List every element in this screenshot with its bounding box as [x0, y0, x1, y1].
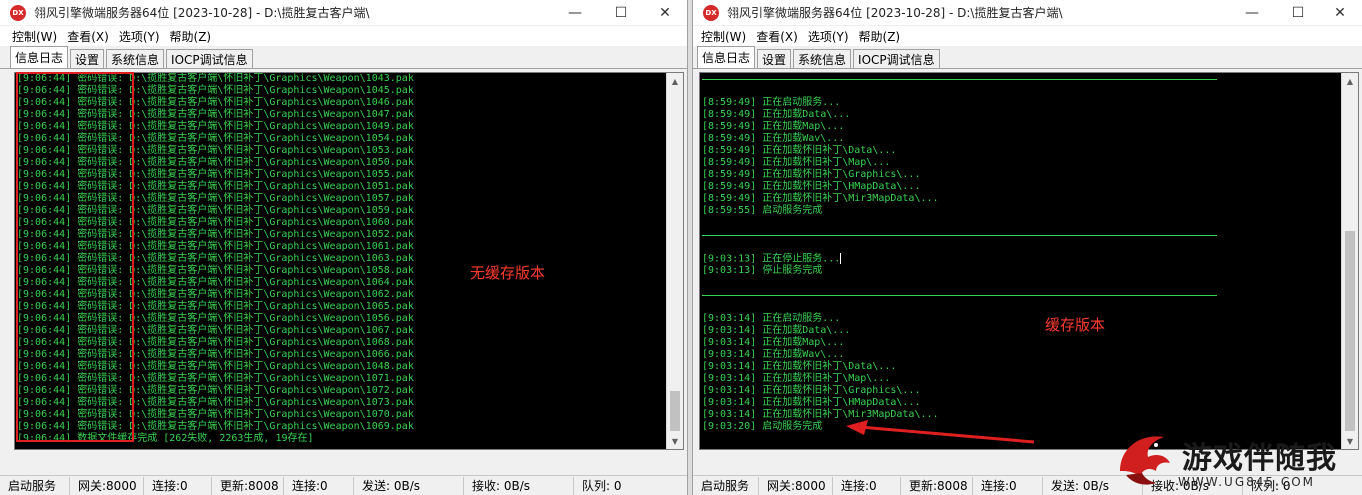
menu-control[interactable]: 控制(W)	[693, 28, 751, 45]
window-title: 翎风引擎微端服务器64位 [2023-10-28] - D:\揽胜复古客户端\	[34, 6, 370, 20]
log-blank	[702, 277, 939, 289]
menu-bar: 控制(W) 查看(X) 选项(Y) 帮助(Z)	[693, 26, 1362, 46]
watermark: 游戏伴随我 WWW.UG845.COM	[1112, 425, 1362, 495]
log-blank	[702, 241, 939, 253]
log-line: [8:59:49] 正在加载怀旧补丁\Mir3MapData\...	[702, 193, 939, 204]
arrow-head	[846, 420, 868, 435]
log-line: [8:59:49] 正在启动服务...	[702, 97, 841, 108]
status-send: 发送: 0B/s	[354, 476, 464, 495]
status-receive: 接收: 0B/s	[464, 476, 574, 495]
tab-system-info[interactable]: 系统信息	[793, 49, 852, 68]
log-line: [8:59:49] 正在加载Data\...	[702, 109, 851, 120]
menu-help[interactable]: 帮助(Z)	[854, 28, 906, 45]
tab-info-log[interactable]: 信息日志	[697, 46, 756, 68]
status-connections: 连接:0	[144, 476, 212, 495]
annotation-label: 无缓存版本	[470, 264, 546, 282]
log-console[interactable]: [8:59:49] 正在启动服务... [8:59:49] 正在加载Data\..…	[699, 72, 1359, 450]
log-line: [8:59:49] 正在加载怀旧补丁\Graphics\...	[702, 169, 921, 180]
scrollbar[interactable]: ▲ ▼	[1341, 73, 1358, 449]
log-line: [9:03:14] 正在加载怀旧补丁\HMapData\...	[702, 397, 921, 408]
maximize-icon[interactable]: ☐	[598, 0, 644, 25]
log-blank	[702, 217, 939, 229]
tab-bar: 信息日志 设置 系统信息 IOCP调试信息	[0, 46, 687, 69]
app-icon: DX	[703, 4, 719, 21]
status-bar: 启动服务 网关:8000 连接:0 更新:8008 连接:0 发送: 0B/s …	[0, 475, 687, 495]
log-line: [8:59:49] 正在加载怀旧补丁\Data\...	[702, 145, 897, 156]
status-connections-2: 连接:0	[284, 476, 354, 495]
log-line: [8:59:49] 正在加载Wav\...	[702, 133, 845, 144]
menu-control[interactable]: 控制(W)	[0, 28, 62, 45]
log-line: [8:59:49] 正在加载怀旧补丁\HMapData\...	[702, 181, 921, 192]
minimize-icon[interactable]: —	[1229, 0, 1275, 25]
log-line: [9:03:13] 停止服务完成	[702, 265, 823, 276]
tab-bar: 信息日志 设置 系统信息 IOCP调试信息	[693, 46, 1362, 69]
watermark-url: WWW.UG845.COM	[1178, 475, 1316, 489]
log-line: [9:03:13] 正在停止服务...	[702, 253, 842, 265]
scroll-up-icon[interactable]: ▲	[1342, 73, 1358, 89]
watermark-text: 游戏伴随我	[1182, 441, 1337, 476]
scrollbar[interactable]: ▲ ▼	[666, 73, 683, 449]
close-icon[interactable]: ✕	[642, 0, 687, 25]
highlight-box	[16, 72, 134, 442]
left-server-window: DX 翎风引擎微端服务器64位 [2023-10-28] - D:\揽胜复古客户…	[0, 0, 688, 495]
log-separator	[702, 289, 1217, 301]
scroll-thumb[interactable]	[1345, 231, 1355, 431]
log-line: [8:59:55] 启动服务完成	[702, 205, 823, 216]
status-update: 更新:8008	[901, 476, 973, 495]
status-connections-2: 连接:0	[973, 476, 1043, 495]
log-lines: [8:59:49] 正在启动服务... [8:59:49] 正在加载Data\..…	[702, 73, 1217, 433]
menu-help[interactable]: 帮助(Z)	[165, 28, 217, 45]
status-gateway: 网关:8000	[70, 476, 144, 495]
status-connections: 连接:0	[833, 476, 901, 495]
scroll-thumb[interactable]	[670, 391, 680, 431]
text-cursor	[840, 253, 842, 264]
log-line: [9:03:14] 正在加载怀旧补丁\Map\...	[702, 373, 891, 384]
app-icon: DX	[10, 4, 26, 21]
tab-iocp-debug[interactable]: IOCP调试信息	[853, 49, 940, 68]
menu-view[interactable]: 查看(X)	[751, 28, 803, 45]
tab-iocp-debug[interactable]: IOCP调试信息	[166, 49, 253, 68]
maximize-icon[interactable]: ☐	[1275, 0, 1321, 25]
log-line: [8:59:49] 正在加载Map\...	[702, 121, 845, 132]
dragon-logo	[1120, 436, 1170, 485]
log-separator	[702, 229, 1217, 241]
menu-bar: 控制(W) 查看(X) 选项(Y) 帮助(Z)	[0, 26, 687, 46]
scroll-down-icon[interactable]: ▼	[667, 433, 683, 449]
log-line: [9:03:14] 正在启动服务...	[702, 313, 841, 324]
log-line: [8:59:49] 正在加载怀旧补丁\Map\...	[702, 157, 891, 168]
menu-options[interactable]: 选项(Y)	[803, 28, 854, 45]
tab-info-log[interactable]: 信息日志	[10, 46, 69, 68]
tab-settings[interactable]: 设置	[757, 49, 792, 68]
status-service: 启动服务	[693, 476, 759, 495]
log-line: [9:03:14] 正在加载Map\...	[702, 337, 845, 348]
title-bar[interactable]: DX 翎风引擎微端服务器64位 [2023-10-28] - D:\揽胜复古客户…	[693, 0, 1362, 25]
log-line: [9:03:14] 正在加载Wav\...	[702, 349, 845, 360]
log-blank	[702, 301, 939, 313]
log-separator	[702, 73, 1217, 85]
log-blank	[702, 85, 939, 97]
tab-settings[interactable]: 设置	[70, 49, 105, 68]
scroll-up-icon[interactable]: ▲	[667, 73, 683, 89]
menu-options[interactable]: 选项(Y)	[114, 28, 165, 45]
log-line: [9:03:14] 正在加载怀旧补丁\Graphics\...	[702, 385, 921, 396]
title-bar[interactable]: DX 翎风引擎微端服务器64位 [2023-10-28] - D:\揽胜复古客户…	[0, 0, 687, 25]
arrow-shaft	[859, 425, 1035, 444]
status-queue: 队列: 0	[582, 479, 622, 493]
minimize-icon[interactable]: —	[552, 0, 598, 25]
menu-view[interactable]: 查看(X)	[62, 28, 114, 45]
tab-system-info[interactable]: 系统信息	[106, 49, 165, 68]
status-gateway: 网关:8000	[759, 476, 833, 495]
log-line: [9:03:14] 正在加载Data\...	[702, 325, 851, 336]
red-arrow	[846, 420, 1035, 444]
window-title: 翎风引擎微端服务器64位 [2023-10-28] - D:\揽胜复古客户端\	[727, 6, 1063, 20]
annotation-label: 缓存版本	[1045, 316, 1106, 334]
close-icon[interactable]: ✕	[1317, 0, 1362, 25]
status-update: 更新:8008	[212, 476, 284, 495]
log-line: [9:03:14] 正在加载怀旧补丁\Data\...	[702, 361, 897, 372]
status-service: 启动服务	[0, 476, 70, 495]
